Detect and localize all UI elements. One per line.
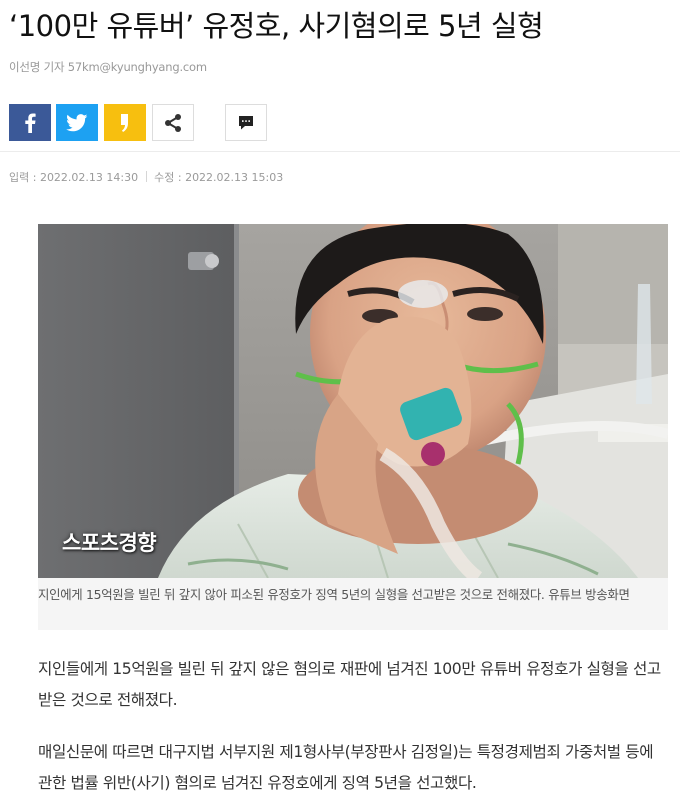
- photo-caption: 지인에게 15억원을 빌린 뒤 갚지 않아 피소된 유정호가 징역 5년의 실형…: [38, 587, 630, 602]
- published-date: 입력 : 2022.02.13 14:30: [9, 171, 139, 184]
- comment-icon: [239, 115, 253, 129]
- comment-button[interactable]: [225, 104, 267, 141]
- share-button[interactable]: [152, 104, 194, 141]
- article-paragraph-1: 지인들에게 15억원을 빌린 뒤 갚지 않은 혐의로 재판에 넘겨진 100만 …: [38, 660, 661, 709]
- article-dates: 입력 : 2022.02.13 14:30 수정 : 2022.02.13 15:…: [9, 169, 283, 185]
- twitter-icon: [66, 113, 88, 131]
- facebook-share-button[interactable]: [9, 104, 51, 141]
- article-headline: ‘100만 유튜버’ 유정호, 사기혐의로 5년 실형: [9, 9, 544, 43]
- kakaostory-share-button[interactable]: [104, 104, 146, 141]
- share-icon: [165, 113, 181, 132]
- article-byline[interactable]: 이선명 기자 57km@kyunghyang.com: [9, 59, 207, 75]
- facebook-icon: [25, 113, 36, 133]
- modified-date: 수정 : 2022.02.13 15:03: [154, 171, 284, 184]
- photo-scene: [38, 224, 668, 578]
- twitter-share-button[interactable]: [56, 104, 98, 141]
- kakaostory-icon: [121, 113, 128, 132]
- article-photo: [38, 224, 668, 578]
- article-paragraph-2: 매일신문에 따르면 대구지법 서부지원 제1형사부(부장판사 김정일)는 특정경…: [38, 743, 654, 792]
- header-divider: [0, 151, 680, 152]
- date-separator: [146, 171, 148, 182]
- photo-watermark: 스포츠경향: [62, 531, 157, 555]
